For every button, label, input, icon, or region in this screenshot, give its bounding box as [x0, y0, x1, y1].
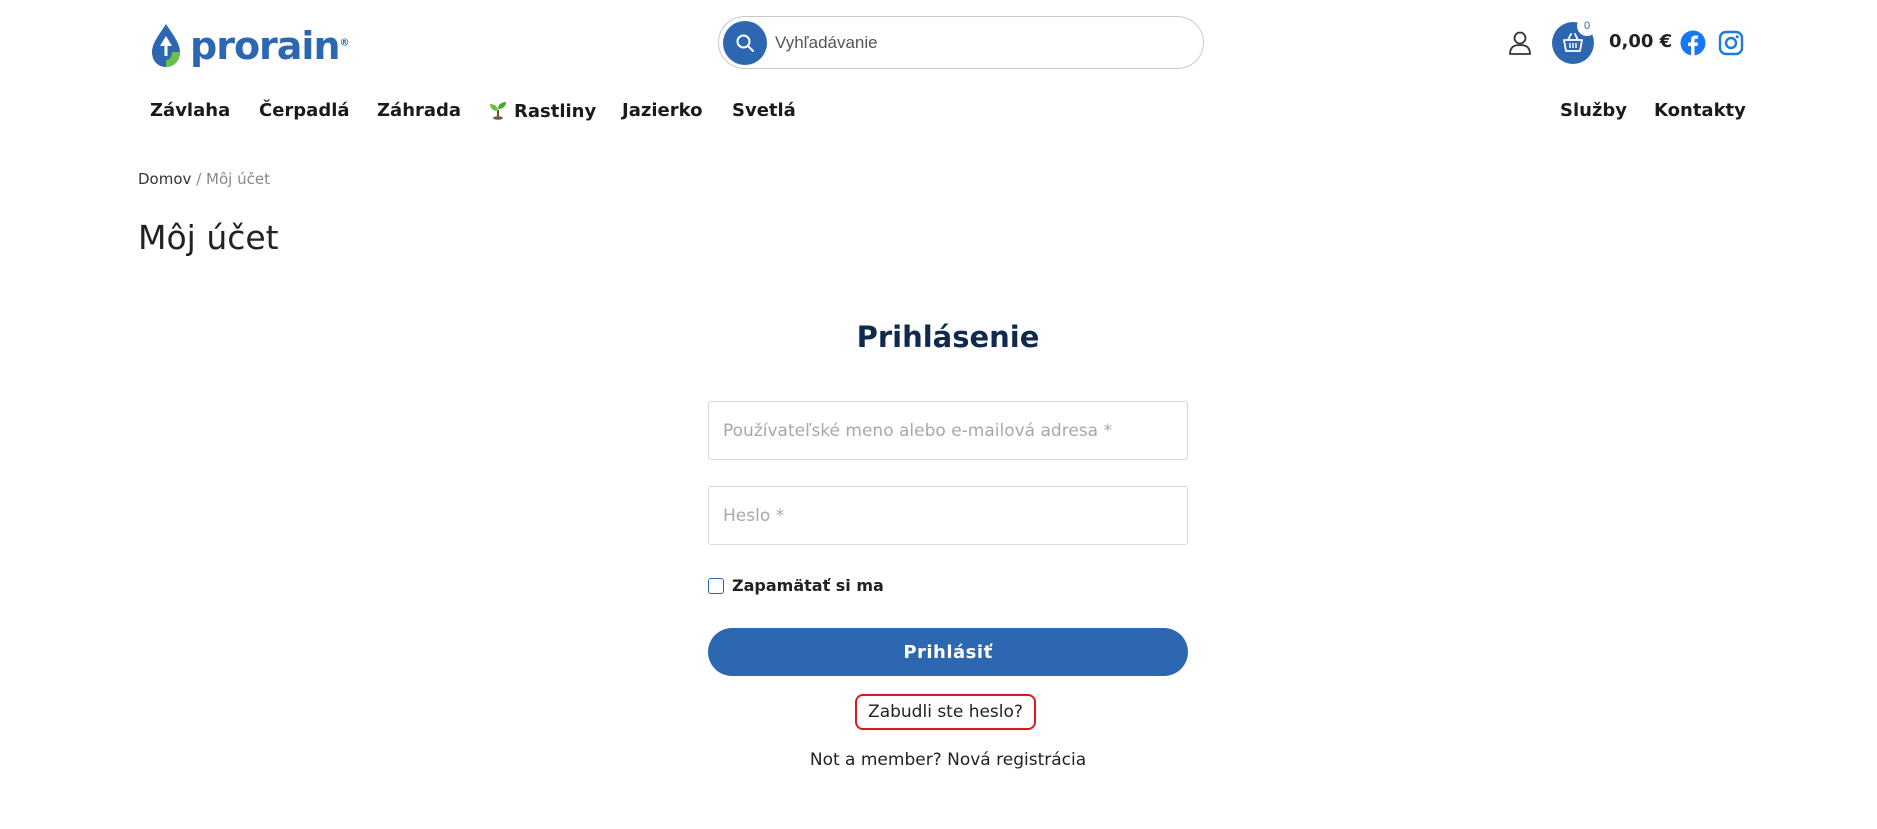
- cart-count-badge: 0: [1577, 16, 1597, 36]
- nav-item-sluzby[interactable]: Služby: [1560, 100, 1627, 121]
- login-button[interactable]: Prihlásiť: [708, 628, 1188, 676]
- breadcrumb-separator: /: [196, 170, 202, 188]
- nav-item-rastliny[interactable]: Rastliny: [488, 100, 596, 122]
- nav-item-svetla[interactable]: Svetlá: [732, 100, 796, 121]
- register-link[interactable]: Nová registrácia: [947, 750, 1086, 770]
- sprout-icon: [490, 102, 506, 120]
- forgot-password-link[interactable]: Zabudli ste heslo?: [855, 694, 1036, 730]
- login-form: Prihlásenie Zapamätať si ma Prihlásiť Za…: [708, 320, 1188, 770]
- prorain-drop-icon: [152, 24, 180, 67]
- nav-item-rastliny-label: Rastliny: [514, 101, 597, 122]
- instagram-icon[interactable]: [1718, 30, 1744, 56]
- search-bar: [718, 16, 1204, 69]
- main-nav: Závlaha Čerpadlá Záhrada Rastliny Jazier…: [0, 100, 1877, 132]
- basket-icon: [1563, 33, 1583, 52]
- site-header: prorain® 0 0,00 €: [0, 0, 1877, 90]
- breadcrumb: Domov / Môj účet: [138, 170, 270, 188]
- facebook-icon[interactable]: [1680, 30, 1706, 56]
- logo[interactable]: prorain®: [146, 22, 350, 70]
- breadcrumb-home[interactable]: Domov: [138, 170, 191, 188]
- username-field[interactable]: [708, 401, 1188, 460]
- search-input[interactable]: [775, 22, 1175, 63]
- nav-item-jazierko[interactable]: Jazierko: [622, 100, 702, 121]
- nav-item-zavlaha[interactable]: Závlaha: [150, 100, 230, 121]
- nav-item-zahrada[interactable]: Záhrada: [377, 100, 461, 121]
- user-icon[interactable]: [1508, 30, 1532, 56]
- password-field[interactable]: [708, 486, 1188, 545]
- login-title: Prihlásenie: [856, 320, 1040, 354]
- breadcrumb-current: Môj účet: [206, 170, 270, 188]
- remember-checkbox[interactable]: [708, 577, 724, 594]
- register-prompt: Not a member? Nová registrácia: [708, 750, 1188, 770]
- page-title: Môj účet: [138, 218, 279, 257]
- logo-text: prorain®: [190, 24, 350, 68]
- register-prefix: Not a member?: [809, 750, 942, 770]
- cart-total[interactable]: 0,00 €: [1609, 31, 1672, 52]
- remember-me[interactable]: Zapamätať si ma: [708, 576, 884, 595]
- search-button[interactable]: [723, 20, 767, 65]
- nav-item-kontakty[interactable]: Kontakty: [1654, 100, 1746, 121]
- nav-item-cerpadla[interactable]: Čerpadlá: [259, 100, 350, 121]
- remember-label: Zapamätať si ma: [732, 576, 884, 595]
- search-icon: [736, 34, 754, 52]
